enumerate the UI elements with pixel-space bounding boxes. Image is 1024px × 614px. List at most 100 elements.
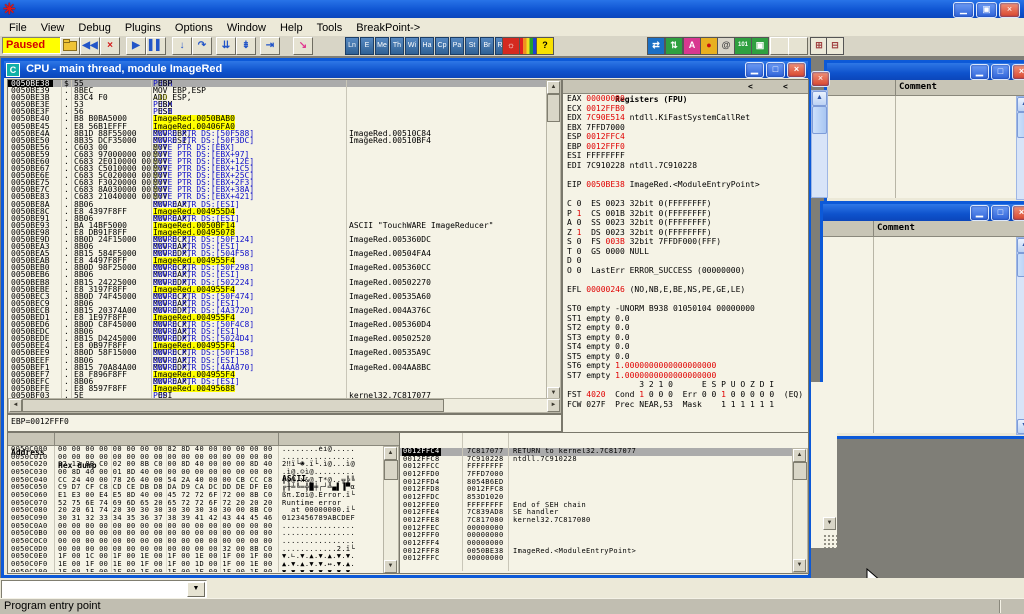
side-window-middle-scrollbar[interactable]: ▲ ▼ <box>1016 237 1024 435</box>
main-title-bar[interactable]: ✳ ▁ ▣ × <box>0 0 1024 18</box>
trace-into-button[interactable]: ⇊ <box>216 37 236 55</box>
register-line[interactable]: EBP 0012FFF0 <box>563 142 806 152</box>
register-line[interactable]: ESI FFFFFFFF <box>563 151 806 161</box>
open-file-button[interactable] <box>60 37 80 55</box>
empty-toolbar-button-1[interactable] <box>770 37 790 55</box>
chevron-down-icon[interactable]: ▼ <box>187 582 205 597</box>
dump-scrollbar[interactable]: ▲ ▼ <box>383 446 399 574</box>
close-program-button[interactable]: × <box>100 37 120 55</box>
pause-button[interactable]: ▌▌ <box>146 37 166 55</box>
stack-row[interactable]: 0012FFD80012FFC8 <box>400 486 792 494</box>
until-return-button[interactable]: ⇥ <box>260 37 280 55</box>
register-line[interactable]: ESP 0012FFC4 <box>563 132 806 142</box>
register-line[interactable]: A 0 SS 0023 32bit 0(FFFFFFFF) <box>563 218 806 228</box>
stack-row[interactable]: 0012FFD48054B6ED <box>400 479 792 487</box>
panel-button-cp[interactable]: Cp <box>435 37 449 55</box>
column-divider[interactable] <box>278 433 279 445</box>
scroll-thumb[interactable] <box>547 94 560 122</box>
occluded-window-scrollbar[interactable]: ▲ <box>811 90 828 198</box>
column-divider[interactable] <box>54 433 55 445</box>
register-line[interactable] <box>563 170 806 180</box>
disasm-row[interactable]: 0050BEFE.E8 8597F8FFCALL ImageRed.004956… <box>8 385 547 392</box>
updown-button[interactable]: ⇅ <box>665 37 683 55</box>
cpu-window[interactable]: C CPU - main thread, module ImageRed ▁ □… <box>1 58 811 578</box>
register-line[interactable] <box>563 189 806 199</box>
register-line[interactable]: ST6 empty 1.0000000000000000000 <box>563 361 806 371</box>
side-window-middle-title[interactable]: ▁ □ × <box>823 204 1024 221</box>
stack-row[interactable]: 0012FFE0FFFFFFFFEnd of SEH chain <box>400 502 792 510</box>
close-icon[interactable]: × <box>1012 64 1024 80</box>
close-icon[interactable]: × <box>787 62 806 78</box>
stack-row[interactable]: 0012FFC87C910228ntdll.7C910228 <box>400 456 792 464</box>
register-line[interactable]: FST 4020 Cond 1 0 0 0 Err 0 0 1 0 0 0 0 … <box>563 390 806 400</box>
minimize-icon[interactable]: ▁ <box>970 64 989 80</box>
disasm-row[interactable]: 0050BE3B.83C4 F0ADD ESP,-10 <box>8 94 547 101</box>
register-line[interactable]: 3 2 1 0 E S P U O Z D I <box>563 380 806 390</box>
goto-button[interactable]: ↘ <box>293 37 313 55</box>
scroll-right-icon[interactable]: ► <box>547 399 560 412</box>
stack-row[interactable]: 0012FFD07FFD7000 <box>400 471 792 479</box>
close-button[interactable]: × <box>999 2 1020 18</box>
minimize-icon[interactable]: ▁ <box>745 62 764 78</box>
comment-column-header[interactable]: Comment <box>877 221 915 235</box>
scroll-thumb[interactable] <box>1017 112 1024 138</box>
watches-window[interactable]: ▁ □ × Comment ▲ ▼ <box>820 201 1024 439</box>
register-line[interactable]: P 1 CS 001B 32bit 0(FFFFFFFF) <box>563 209 806 219</box>
side-window-top-title[interactable]: ▁ □ × <box>827 63 1024 80</box>
stack-row[interactable]: 0012FFF000000000 <box>400 532 792 540</box>
register-line[interactable]: EFL 00000246 (NO,NB,E,BE,NS,PE,GE,LE) <box>563 285 806 295</box>
minimize-button[interactable]: ▁ <box>953 2 974 18</box>
stack-row[interactable]: 0012FFC47C817077RETURN to kernel32.7C817… <box>400 448 792 456</box>
help-button[interactable]: ? <box>536 37 554 55</box>
register-line[interactable]: ST4 empty 0.0 <box>563 342 806 352</box>
stack-row[interactable]: 0012FFE47C839AD8SE handler <box>400 509 792 517</box>
maximize-icon[interactable]: □ <box>991 205 1010 221</box>
dump-row[interactable]: 0050C1001F 00 1F 00 1F 00 1F 00 1F 00 1F… <box>8 569 382 572</box>
expressions-window[interactable]: ▁ □ × Comment ▲ <box>824 60 1024 204</box>
column-divider[interactable] <box>895 80 896 95</box>
register-line[interactable] <box>563 294 806 304</box>
panel-button-me[interactable]: Me <box>375 37 389 55</box>
register-line[interactable]: ST5 empty 0.0 <box>563 352 806 362</box>
panel-button-ln[interactable]: Ln <box>345 37 359 55</box>
disasm-h-scrollbar[interactable]: ◄ ► <box>8 398 561 413</box>
side-window-top-scrollbar[interactable]: ▲ <box>1016 96 1024 200</box>
stack-row[interactable]: 0012FFEC00000000 <box>400 525 792 533</box>
run-button[interactable]: ▶ <box>126 37 146 55</box>
register-line[interactable]: O 0 LastErr ERROR_SUCCESS (00000000) <box>563 266 806 276</box>
register-line[interactable]: EBX 7FFD7000 <box>563 123 806 133</box>
step-over-button[interactable]: ↷ <box>192 37 212 55</box>
scroll-up-icon[interactable]: ▲ <box>547 81 560 94</box>
registers-pane[interactable]: Registers (FPU) < < EAX 00000000ECX 0012… <box>562 79 809 433</box>
stack-row[interactable]: 0012FFCCFFFFFFFF <box>400 463 792 471</box>
panel-button-th[interactable]: Th <box>390 37 404 55</box>
register-line[interactable]: FCW 027F Prec NEAR,53 Mask 1 1 1 1 1 1 <box>563 400 806 410</box>
comment-column-header[interactable]: Comment <box>899 80 937 94</box>
register-line[interactable]: T 0 GS 0000 NULL <box>563 247 806 257</box>
scroll-up-icon[interactable]: ▲ <box>793 449 806 462</box>
panel-button-br[interactable]: Br <box>480 37 494 55</box>
scroll-down-icon[interactable]: ▼ <box>793 559 806 572</box>
register-line[interactable]: ST7 empty 1.0000000000000000000 <box>563 371 806 381</box>
scroll-down-icon[interactable]: ▼ <box>384 560 397 573</box>
close-icon[interactable]: × <box>1012 205 1024 221</box>
scroll-down-icon[interactable]: ▼ <box>823 517 836 530</box>
scroll-down-icon[interactable]: ▼ <box>1017 419 1024 434</box>
resize-grip[interactable] <box>823 534 837 548</box>
register-line[interactable]: EIP 0050BE38 ImageRed.<ModuleEntryPoint> <box>563 180 806 190</box>
register-line[interactable]: ST3 empty 0.0 <box>563 333 806 343</box>
register-line[interactable]: D 0 <box>563 256 806 266</box>
info-pane[interactable]: EBP=0012FFF0 <box>7 414 562 432</box>
register-line[interactable] <box>563 275 806 285</box>
trace-over-button[interactable]: ⇟ <box>236 37 256 55</box>
binary-button[interactable]: 101 <box>734 37 752 55</box>
maximize-icon[interactable]: □ <box>766 62 785 78</box>
stack-row[interactable]: 0012FFDC853D1020 <box>400 494 792 502</box>
panel-button-st[interactable]: St <box>465 37 479 55</box>
scroll-up-icon[interactable]: ▲ <box>812 91 827 106</box>
panel-button-pa[interactable]: Pa <box>450 37 464 55</box>
colors-button[interactable] <box>519 37 537 55</box>
scroll-up-icon[interactable]: ▲ <box>1017 97 1024 112</box>
scroll-up-icon[interactable]: ▲ <box>384 447 397 460</box>
collapse-left-icon[interactable]: < <box>748 80 753 93</box>
